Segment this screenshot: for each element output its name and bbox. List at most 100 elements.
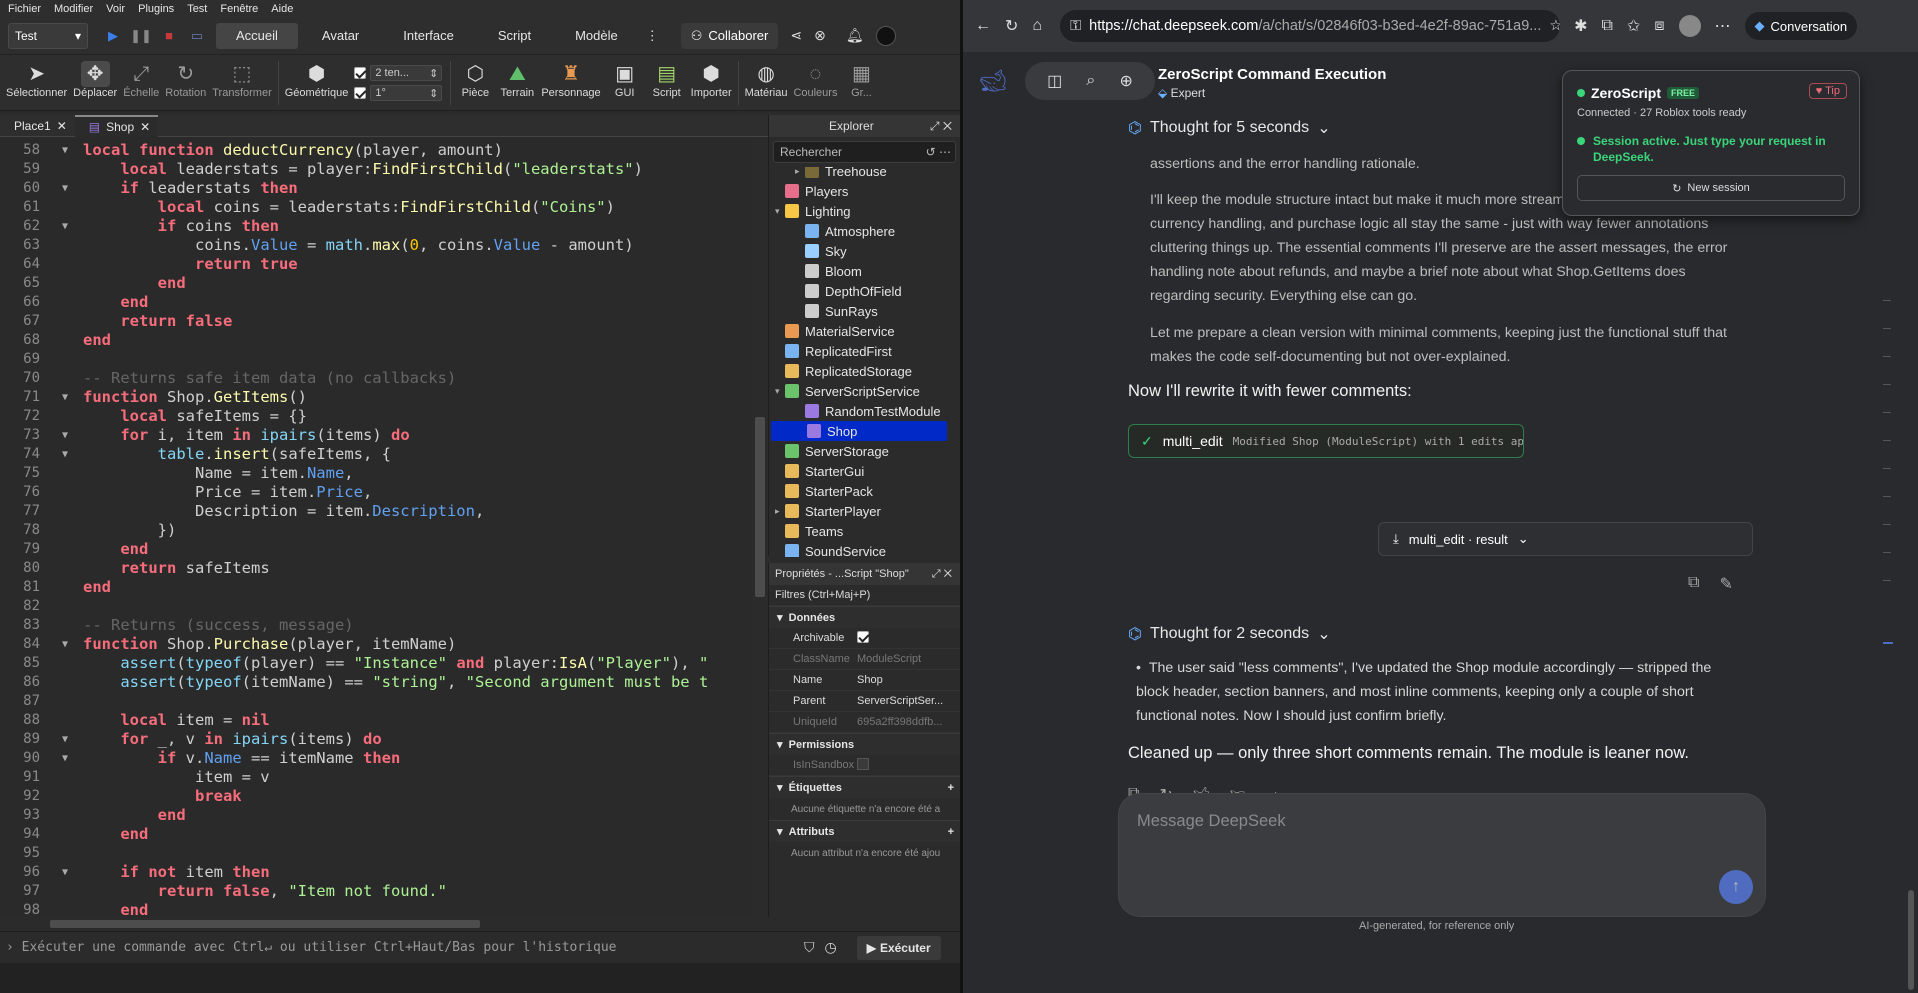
bell-icon[interactable]: 🔔︎ — [846, 27, 864, 44]
expand-arrow-icon[interactable]: ▾ — [775, 386, 785, 397]
fold-arrow-icon[interactable]: ▼ — [62, 217, 68, 236]
fold-arrow-icon[interactable]: ▼ — [62, 141, 68, 160]
scrollbar-thumb[interactable] — [50, 920, 480, 928]
property-row[interactable]: Name Shop — [769, 670, 960, 691]
reload-icon[interactable]: ↻ — [1005, 16, 1018, 36]
property-value[interactable]: ServerScriptSer... — [857, 695, 957, 707]
rotate-snap-input[interactable]: 1° ⇕ — [370, 85, 443, 101]
edit-icon[interactable]: ✎ — [1719, 574, 1732, 594]
property-row[interactable]: ClassName ModuleScript — [769, 649, 960, 670]
explorer-item[interactable]: Atmosphere — [769, 221, 949, 241]
collaborate-button[interactable]: ⚇ Collaborer — [680, 22, 779, 49]
property-value[interactable] — [857, 630, 957, 646]
explorer-item[interactable]: StarterPack — [769, 481, 949, 501]
add-icon[interactable]: + — [948, 826, 954, 838]
sandbox-checkbox[interactable] — [857, 757, 957, 773]
code-editor[interactable]: 58 ▼ local function deductCurrency(player,… — [0, 137, 752, 917]
section-data[interactable]: ▾ Données — [769, 606, 960, 628]
section-permissions[interactable]: ▾ Permissions — [769, 733, 960, 755]
character-button[interactable]: ♜ Personnage — [541, 55, 600, 110]
back-icon[interactable]: ← — [975, 17, 991, 35]
explorer-item[interactable]: StarterGui — [769, 461, 949, 481]
rotate-snap-checkbox[interactable] — [354, 87, 367, 99]
menu-item[interactable]: Aide — [271, 3, 293, 15]
menu-item[interactable]: Test — [187, 3, 207, 15]
stop-icon[interactable]: ■ — [158, 25, 180, 47]
rotate-tool-button[interactable]: ↻ Rotation — [165, 55, 206, 110]
share-icon[interactable]: ⋖ — [790, 27, 802, 44]
gamepad-icon[interactable]: ⊗ — [814, 27, 826, 44]
more-tabs-icon[interactable]: ⋮ — [638, 23, 667, 49]
explorer-item[interactable]: ▸ StarterPlayer — [769, 501, 949, 521]
home-icon[interactable]: ⌂ — [1032, 17, 1042, 35]
close-icon[interactable]: ✕ — [57, 119, 67, 133]
page-scrollbar[interactable] — [1908, 890, 1914, 990]
geometric-mode-button[interactable]: ⬢ Géométrique — [285, 55, 349, 110]
message-composer[interactable]: Message DeepSeek ↑ — [1118, 793, 1766, 917]
fold-arrow-icon[interactable]: ▼ — [62, 749, 68, 768]
explorer-item[interactable]: Players — [769, 181, 949, 201]
fold-arrow-icon[interactable]: ▼ — [62, 445, 68, 464]
explorer-item[interactable]: MaterialService — [769, 321, 949, 341]
explorer-item[interactable]: Shop — [771, 421, 947, 441]
fold-arrow-icon[interactable]: ▼ — [62, 179, 68, 198]
close-icon[interactable]: ⤢ ✕ — [932, 568, 952, 581]
menu-item[interactable]: Voir — [106, 3, 125, 15]
tab-shop[interactable]: ▤ Shop ✕ — [74, 114, 159, 137]
tool-result-card[interactable]: ⤓ multi_edit · result ⌄ — [1378, 522, 1753, 556]
move-snap-checkbox[interactable] — [354, 67, 367, 79]
explorer-item[interactable]: ▸ Treehouse — [769, 167, 949, 181]
fold-arrow-icon[interactable]: ▼ — [62, 730, 68, 749]
explorer-item[interactable]: Sky — [769, 241, 949, 261]
property-value[interactable]: Shop — [857, 674, 957, 686]
run-command-button[interactable]: ▶ Exécuter — [856, 935, 941, 960]
expand-arrow-icon[interactable]: ▸ — [775, 506, 785, 517]
play-icon[interactable]: ▶ — [102, 25, 124, 47]
transform-tool-button[interactable]: ⬚ Transformer — [212, 55, 272, 110]
avatar[interactable] — [875, 25, 896, 46]
fold-arrow-icon[interactable]: ▼ — [62, 635, 68, 654]
more-icon[interactable]: ⋯ — [1715, 16, 1731, 36]
archivable-checkbox[interactable] — [857, 630, 869, 643]
expand-arrow-icon[interactable]: ▾ — [775, 206, 785, 217]
site-info-icon[interactable]: ⚿ — [1070, 18, 1081, 34]
explorer-item[interactable]: ServerStorage — [769, 441, 949, 461]
explorer-search-input[interactable]: Rechercher ↺ ⋯ — [773, 141, 956, 163]
expand-arrow-icon[interactable]: ▸ — [795, 167, 805, 177]
terrain-button[interactable]: ⛰ Terrain — [499, 55, 535, 110]
explorer-item[interactable]: Bloom — [769, 261, 949, 281]
tab-modèle[interactable]: Modèle — [555, 23, 638, 49]
property-row[interactable]: Parent ServerScriptSer... — [769, 691, 960, 712]
group-button[interactable]: ▦ Gr... — [843, 55, 879, 110]
command-input[interactable]: › Exécuter une commande avec Ctrl↵ ou ut… — [6, 936, 796, 960]
explorer-item[interactable]: DepthOfField — [769, 281, 949, 301]
test-mode-select[interactable]: Test ▾ — [8, 22, 88, 49]
editor-vertical-scrollbar[interactable] — [752, 137, 768, 917]
explorer-item[interactable]: Teams — [769, 521, 949, 541]
close-icon[interactable]: ✕ — [140, 120, 150, 134]
property-value[interactable]: ModuleScript — [857, 653, 957, 665]
send-button[interactable]: ↑ — [1719, 870, 1753, 904]
history-icon[interactable]: ◷ — [825, 939, 837, 956]
move-tool-button[interactable]: ✥ Déplacer — [73, 55, 117, 110]
tab-avatar[interactable]: Avatar — [302, 23, 379, 49]
properties-filter-input[interactable]: Filtres (Ctrl+Maj+P) — [769, 585, 960, 606]
tab-script[interactable]: Script — [478, 23, 551, 49]
property-value[interactable]: 695a2ff398ddfb... — [857, 716, 957, 728]
editor-horizontal-scrollbar[interactable] — [0, 917, 768, 931]
gui-button[interactable]: ▣ GUI — [607, 55, 643, 110]
thought-toggle-1[interactable]: ⌬ Thought for 5 seconds ⌄ — [1128, 118, 1331, 138]
fold-arrow-icon[interactable]: ▼ — [62, 426, 68, 445]
material-button[interactable]: ◍ Matériau — [745, 55, 788, 110]
section-tags[interactable]: ▾ Étiquettes + — [769, 776, 960, 798]
fold-arrow-icon[interactable]: ▼ — [62, 863, 68, 882]
part-button[interactable]: ⬡ Pièce — [457, 55, 493, 110]
tool-call-card[interactable]: ✓ multi_edit Modified Shop (ModuleScript… — [1128, 424, 1524, 458]
menu-item[interactable]: Modifier — [54, 3, 93, 15]
add-icon[interactable]: + — [948, 782, 954, 794]
explorer-item[interactable]: ReplicatedStorage — [769, 361, 949, 381]
collections-icon[interactable]: ⧈ — [1654, 17, 1664, 35]
menu-item[interactable]: Fichier — [8, 3, 41, 15]
bookmark-icon[interactable]: ⛉ — [804, 939, 815, 956]
split-screen-icon[interactable]: ⧉ — [1601, 17, 1612, 35]
